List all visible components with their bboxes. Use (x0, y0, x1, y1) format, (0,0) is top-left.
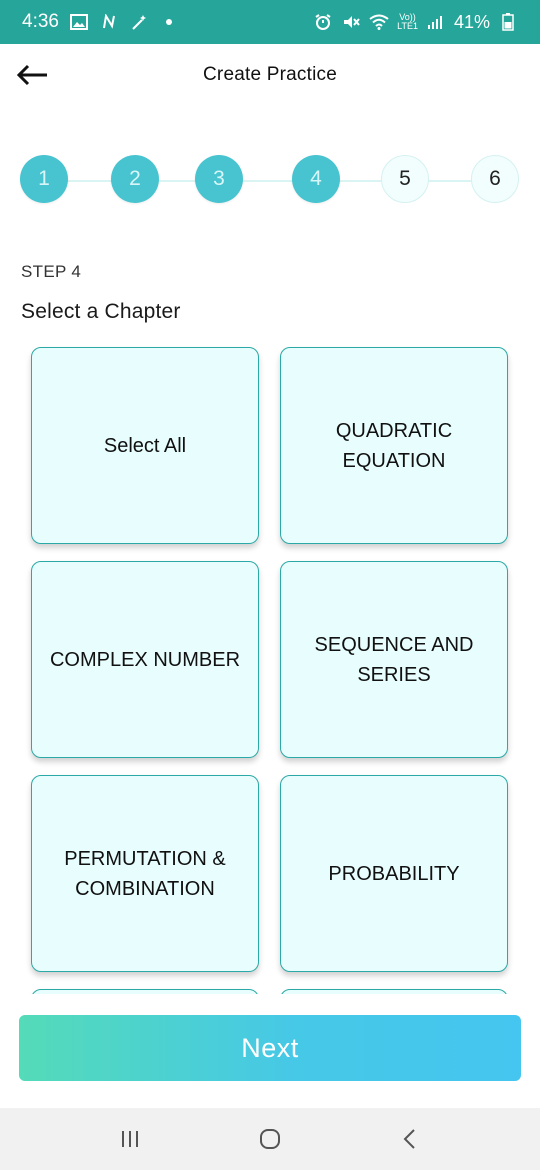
chapter-grid[interactable]: Select All QUADRATIC EQUATION COMPLEX NU… (0, 338, 540, 994)
chapter-card-complex-number[interactable]: COMPLEX NUMBER (31, 561, 259, 758)
back-nav-icon (403, 1129, 415, 1149)
step-5-number: 5 (399, 167, 411, 190)
section-title: Select a Chapter (21, 300, 181, 323)
step-3[interactable]: 3 (195, 155, 243, 203)
n-icon (99, 12, 119, 32)
chapter-card-permutation-combination[interactable]: PERMUTATION & COMBINATION (31, 775, 259, 972)
step-2[interactable]: 2 (111, 155, 159, 203)
step-1-number: 1 (38, 167, 50, 190)
chapter-card-label: Select All (103, 434, 187, 457)
step-4-number: 4 (310, 167, 322, 190)
recent-apps-button[interactable] (100, 1114, 160, 1164)
alarm-icon (313, 12, 333, 32)
chapter-card-quadratic-equation[interactable]: QUADRATIC EQUATION (280, 347, 508, 544)
chapter-card-select-all[interactable]: Select All (31, 347, 259, 544)
chapter-card-partial[interactable] (280, 989, 508, 994)
network-type-label: Vo)) LTE1 (397, 12, 418, 31)
chapter-card-probability[interactable]: PROBABILITY (280, 775, 508, 972)
back-button[interactable] (14, 58, 50, 92)
back-nav-button[interactable] (380, 1114, 440, 1164)
wifi-icon (369, 12, 389, 32)
recent-apps-icon (122, 1131, 138, 1147)
step-3-number: 3 (213, 167, 225, 190)
app-bar: Create Practice (0, 44, 540, 106)
step-2-number: 2 (129, 167, 141, 190)
chapter-card-label: COMPLEX NUMBER (49, 648, 241, 671)
chapter-card-partial[interactable] (31, 989, 259, 994)
step-1[interactable]: 1 (20, 155, 68, 203)
gallery-icon (69, 12, 89, 32)
battery-icon (498, 12, 518, 32)
step-4[interactable]: 4 (292, 155, 340, 203)
progress-stepper: 1 2 3 4 5 6 (20, 155, 520, 207)
status-time: 4:36 (22, 11, 59, 32)
battery-percent: 41% (453, 11, 490, 32)
chapter-card-label: PERMUTATION & COMBINATION (64, 847, 226, 900)
chapter-card-sequence-and-series[interactable]: SEQUENCE AND SERIES (280, 561, 508, 758)
step-6[interactable]: 6 (471, 155, 519, 203)
notification-dot-icon (159, 12, 179, 32)
step-6-number: 6 (489, 167, 501, 190)
chapter-card-label: QUADRATIC EQUATION (335, 419, 453, 472)
mute-icon (341, 12, 361, 32)
home-icon (260, 1129, 280, 1149)
arrow-left-icon (16, 64, 47, 86)
next-button-label: Next (241, 1032, 299, 1063)
chapter-card-label: PROBABILITY (328, 862, 460, 885)
status-bar: 4:36 Vo)) LTE1 41% (0, 0, 540, 44)
signal-icon (426, 12, 446, 32)
magic-wand-icon (129, 12, 149, 32)
page-title: Create Practice (203, 64, 337, 85)
home-button[interactable] (240, 1114, 300, 1164)
next-button[interactable]: Next (19, 1015, 521, 1081)
system-nav-bar (0, 1108, 540, 1170)
step-5[interactable]: 5 (381, 155, 429, 203)
step-label: STEP 4 (21, 262, 82, 281)
chapter-card-label: SEQUENCE AND SERIES (314, 633, 474, 686)
